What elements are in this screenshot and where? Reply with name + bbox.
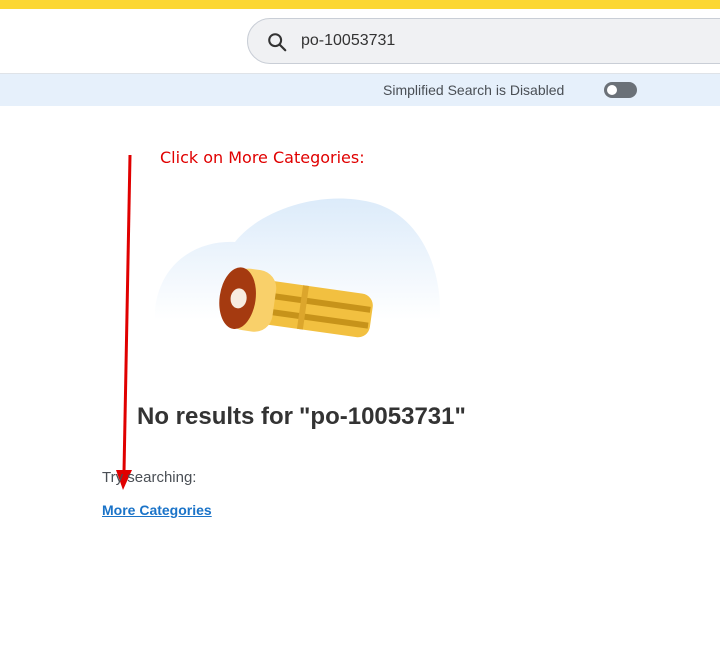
no-results-query: "po-10053731": [299, 403, 466, 430]
search-box[interactable]: po-10053731: [247, 18, 720, 64]
annotation-instruction: Click on More Categories:: [160, 148, 365, 167]
more-categories-link[interactable]: More Categories: [102, 502, 212, 518]
toggle-knob: [607, 85, 617, 95]
top-accent-strip: [0, 0, 720, 9]
header-bar: po-10053731: [0, 9, 720, 74]
simplified-search-bar: Simplified Search is Disabled: [0, 74, 720, 106]
try-searching-label: Try searching:: [102, 469, 197, 486]
flashlight-illustration: [155, 198, 440, 338]
simplified-search-toggle[interactable]: [604, 82, 637, 98]
simplified-search-label: Simplified Search is Disabled: [383, 82, 565, 98]
search-input[interactable]: po-10053731: [301, 32, 395, 50]
red-arrow-annotation: [116, 154, 132, 490]
no-results-prefix: No results for: [137, 403, 294, 430]
search-icon[interactable]: [266, 31, 288, 53]
no-results-heading: No results for "po-10053731": [137, 403, 466, 431]
